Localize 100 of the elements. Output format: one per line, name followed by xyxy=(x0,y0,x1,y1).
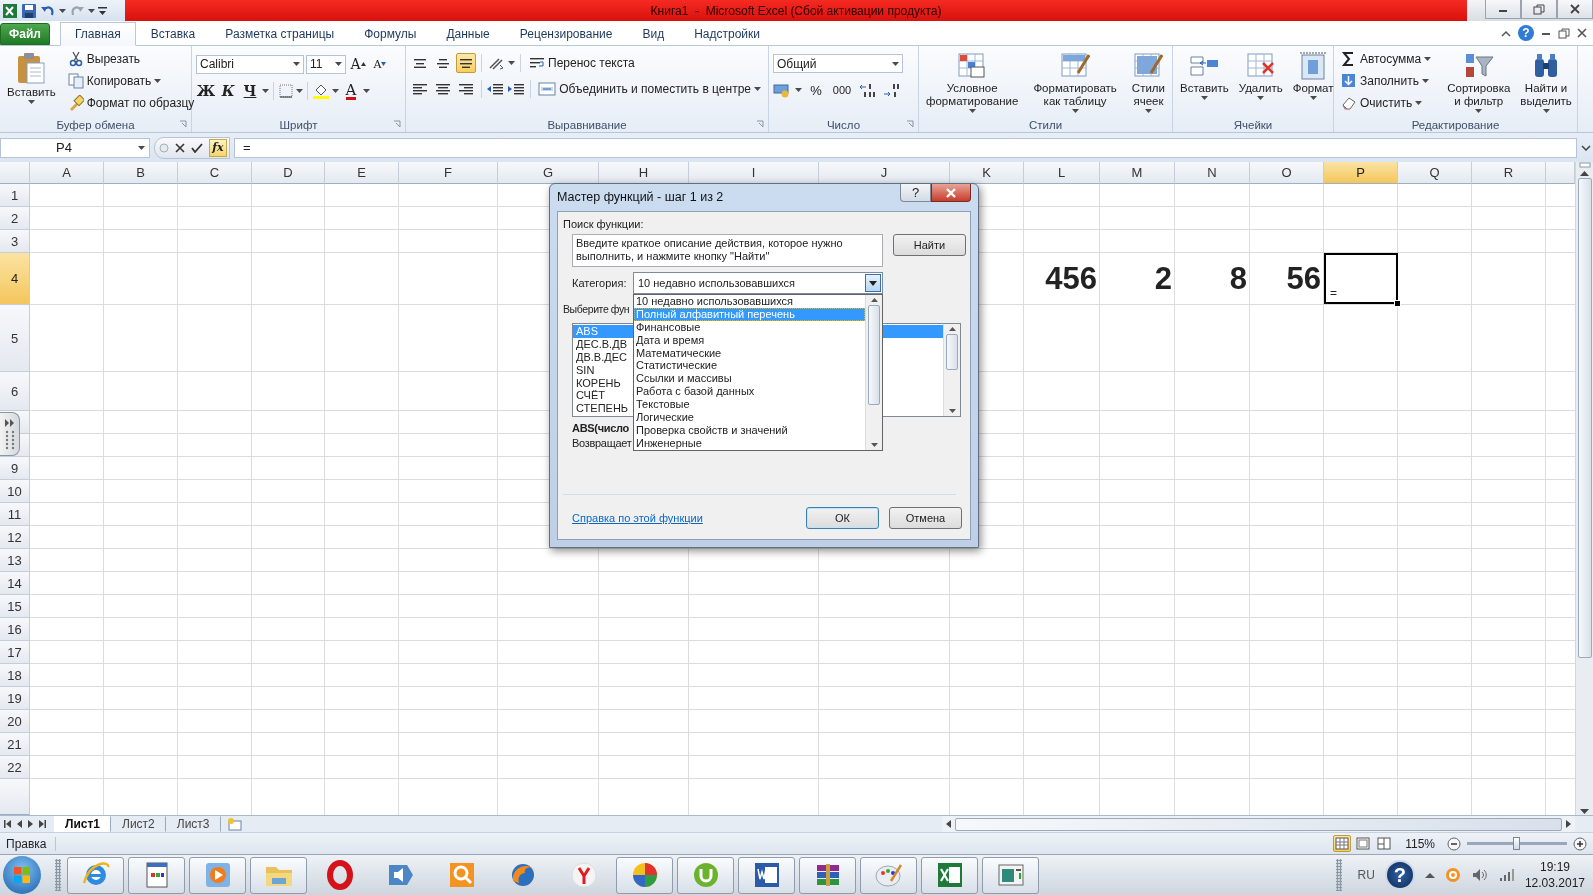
column-header[interactable]: H xyxy=(599,162,689,184)
table-cell[interactable]: 456 xyxy=(1024,253,1100,304)
file-tab[interactable]: Файл xyxy=(0,23,50,45)
column-header[interactable] xyxy=(1546,162,1575,184)
row-header[interactable]: 22 xyxy=(0,756,30,779)
font-size-field[interactable]: 11 xyxy=(306,54,346,74)
column-header[interactable]: C xyxy=(178,162,252,184)
column-header[interactable]: M xyxy=(1100,162,1175,184)
row-header[interactable]: 2 xyxy=(0,207,30,230)
percent-button[interactable]: % xyxy=(806,80,826,100)
cells-button[interactable]: Удалить xyxy=(1235,49,1286,117)
insert-function-button[interactable]: fx xyxy=(209,138,227,157)
category-option[interactable]: Математические xyxy=(634,346,865,360)
category-option[interactable]: Логические xyxy=(634,411,865,424)
row-header[interactable]: 12 xyxy=(0,526,30,549)
ribbon-tab[interactable]: Данные xyxy=(431,23,505,45)
number-format-field[interactable]: Общий xyxy=(773,54,903,73)
italic-button[interactable]: К xyxy=(218,81,238,101)
scrollbar-thumb[interactable] xyxy=(1577,178,1592,658)
editing-button[interactable]: Сортировка и фильтр xyxy=(1444,49,1514,117)
vertical-align-button[interactable] xyxy=(456,53,476,73)
column-header[interactable]: F xyxy=(399,162,498,184)
row-header[interactable]: 18 xyxy=(0,664,30,687)
minimize-button[interactable] xyxy=(1485,0,1521,19)
column-header[interactable]: P xyxy=(1324,162,1398,184)
formula-field[interactable]: = xyxy=(234,137,1577,158)
view-button[interactable] xyxy=(1354,835,1373,852)
grow-font-button[interactable]: A xyxy=(348,54,368,74)
sheet-tab[interactable]: Лист1 xyxy=(54,816,112,832)
category-option[interactable]: Статистические xyxy=(634,359,865,373)
row-header[interactable]: 6 xyxy=(0,372,30,411)
row-header[interactable]: 14 xyxy=(0,572,30,595)
cells-button[interactable]: Формат xyxy=(1289,49,1337,117)
row-header[interactable] xyxy=(0,779,30,815)
ribbon-tab[interactable]: Вид xyxy=(627,23,680,45)
view-button[interactable] xyxy=(1375,835,1394,852)
taskbar-app-button[interactable] xyxy=(616,856,673,894)
taskbar-app-button[interactable] xyxy=(67,856,124,894)
editing-command-button[interactable]: Очистить xyxy=(1338,93,1435,113)
font-color-button[interactable]: A xyxy=(341,81,361,101)
select-all-corner[interactable] xyxy=(0,162,30,184)
horizontal-scrollbar[interactable] xyxy=(942,816,1575,832)
start-button[interactable] xyxy=(3,856,41,894)
column-header[interactable]: K xyxy=(950,162,1024,184)
taskbar-app-button[interactable] xyxy=(921,856,978,894)
column-header[interactable]: N xyxy=(1175,162,1250,184)
column-header[interactable]: R xyxy=(1472,162,1546,184)
search-field[interactable]: Введите краткое описание действия, которое нужно выполнить, и нажмите кнопку "Найти" xyxy=(572,234,883,267)
close-button[interactable] xyxy=(931,184,971,202)
row-header[interactable]: 20 xyxy=(0,710,30,733)
taskbar-app-button[interactable] xyxy=(982,856,1039,894)
taskbar-app-button[interactable] xyxy=(738,856,795,894)
row-header[interactable]: 4 xyxy=(0,253,30,305)
row-header[interactable]: 15 xyxy=(0,595,30,618)
category-option[interactable]: Работа с базой данных xyxy=(634,385,865,399)
help-link[interactable]: Справка по этой функции xyxy=(572,512,703,524)
column-header[interactable]: A xyxy=(30,162,104,184)
column-header[interactable]: G xyxy=(498,162,599,184)
ribbon-tab[interactable]: Вставка xyxy=(135,23,211,45)
category-option[interactable]: 10 недавно использовавшихся xyxy=(634,295,865,308)
table-cell[interactable]: = xyxy=(1324,253,1398,304)
thousands-button[interactable]: 000 xyxy=(830,80,854,100)
ok-button[interactable]: ОК xyxy=(806,507,879,529)
name-box[interactable]: P4 xyxy=(0,137,150,158)
view-button[interactable] xyxy=(1333,835,1352,852)
category-option[interactable]: Финансовые xyxy=(634,320,865,334)
row-header[interactable]: 16 xyxy=(0,618,30,641)
scrollbar-thumb[interactable] xyxy=(868,305,880,405)
ribbon-tab[interactable]: Формулы xyxy=(349,23,432,45)
category-option[interactable]: Проверка свойств и значений xyxy=(634,423,865,437)
editing-button[interactable]: Найти и выделить xyxy=(1517,49,1575,117)
ribbon-tab[interactable]: Разметка страницы xyxy=(210,23,350,45)
close-button[interactable] xyxy=(1557,0,1593,19)
scrollbar-thumb[interactable] xyxy=(946,334,958,370)
styles-button[interactable]: Условное форматирование xyxy=(923,49,1022,117)
cancel-button[interactable]: Отмена xyxy=(889,507,962,529)
shrink-font-button[interactable]: A xyxy=(370,54,390,74)
vertical-scrollbar[interactable] xyxy=(1575,162,1593,815)
ribbon-tab[interactable]: Главная xyxy=(60,22,136,46)
wrap-text-button[interactable]: Перенос текста xyxy=(526,53,638,73)
merge-center-button[interactable]: Объединить и поместить в центре xyxy=(535,79,764,99)
zoom-slider-thumb[interactable] xyxy=(1513,837,1520,850)
side-panel-menu[interactable] xyxy=(0,412,20,456)
find-button[interactable]: Найти xyxy=(893,234,966,256)
category-dropdown-menu[interactable] xyxy=(633,294,883,451)
row-header[interactable]: 9 xyxy=(0,457,30,480)
help-button[interactable]: ? xyxy=(1384,860,1415,890)
format-painter-button[interactable]: Формат по образцу xyxy=(64,93,198,113)
column-header[interactable]: B xyxy=(104,162,178,184)
category-option[interactable]: Инженерные xyxy=(634,436,865,450)
category-option[interactable]: Дата и время xyxy=(634,333,865,347)
row-header[interactable]: 10 xyxy=(0,480,30,503)
table-cell[interactable]: 8 xyxy=(1175,253,1250,304)
row-header[interactable]: 3 xyxy=(0,230,30,253)
ribbon-tab[interactable]: Надстройки xyxy=(679,23,775,45)
row-header[interactable]: 19 xyxy=(0,687,30,710)
column-header[interactable]: O xyxy=(1250,162,1324,184)
row-header[interactable]: 17 xyxy=(0,641,30,664)
row-header[interactable]: 21 xyxy=(0,733,30,756)
dialog-help-button[interactable]: ? xyxy=(900,184,931,202)
